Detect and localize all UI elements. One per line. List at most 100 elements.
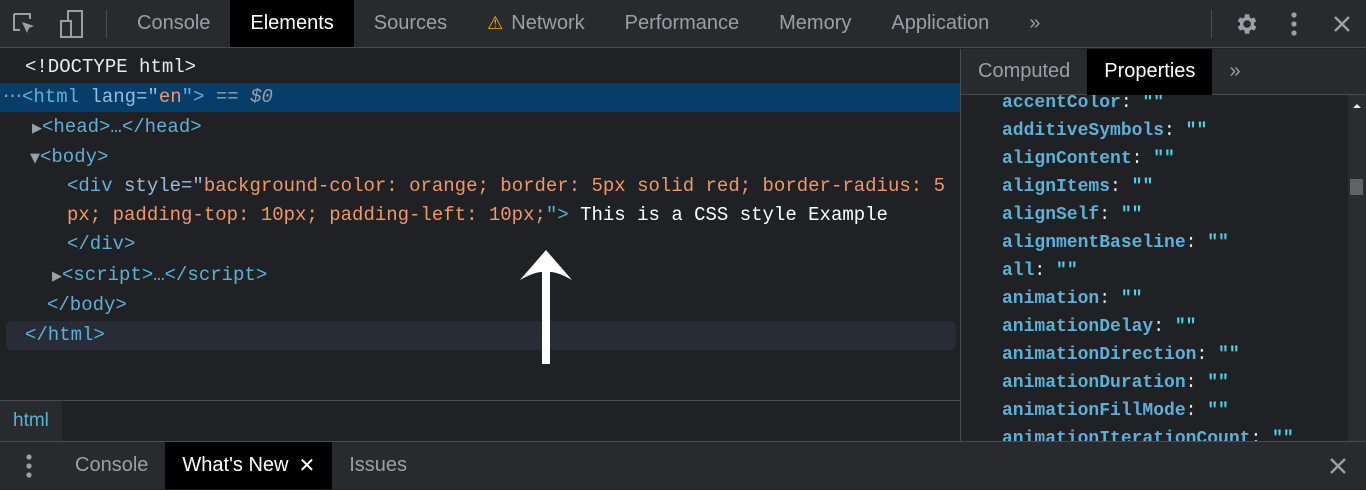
property-row[interactable]: alignSelf: "" (961, 201, 1347, 229)
property-name: alignmentBaseline (1002, 233, 1186, 253)
doctype-text: <!DOCTYPE html> (25, 56, 197, 78)
ellipsis-icon[interactable]: ⋯ (3, 86, 22, 108)
colon: : (1250, 429, 1273, 441)
tag-name: <div (67, 175, 113, 197)
property-row[interactable]: animation: "" (961, 285, 1347, 313)
dom-node-doctype[interactable]: <!DOCTYPE html> (0, 53, 960, 82)
text-node: This is a CSS style Example (568, 204, 888, 226)
device-toolbar-button[interactable] (48, 0, 96, 48)
property-row[interactable]: animationFillMode: "" (961, 397, 1347, 425)
colon: : (1120, 95, 1143, 113)
close-devtools-button[interactable] (1318, 0, 1366, 48)
property-value: "" (1207, 233, 1229, 253)
gear-icon (1237, 14, 1257, 34)
dom-node-body-end[interactable]: </body> (0, 291, 960, 320)
dom-node-body[interactable]: ▼<body> (0, 143, 960, 172)
chevron-double-right-icon: » (1029, 12, 1041, 34)
scrollbar-thumb[interactable] (1350, 179, 1363, 195)
device-toolbar-icon (60, 9, 83, 38)
property-value: "" (1131, 177, 1154, 197)
scrollbar[interactable] (1348, 95, 1366, 441)
close-tab-icon[interactable]: ✕ (298, 453, 315, 478)
tab-memory[interactable]: Memory (759, 0, 871, 47)
property-row[interactable]: alignContent: "" (961, 145, 1347, 173)
property-name: animationDelay (1002, 317, 1154, 337)
inspect-element-button[interactable] (0, 0, 48, 48)
tab-performance[interactable]: Performance (605, 0, 760, 47)
collapse-triangle-icon[interactable]: ▼ (30, 151, 40, 166)
dom-node-script[interactable]: ▶<script>…</script> (0, 261, 960, 290)
property-name: additiveSymbols (1002, 121, 1165, 141)
drawer-tab-issues[interactable]: Issues (332, 442, 424, 489)
breadcrumb-item-html[interactable]: html (0, 401, 62, 441)
colon: : (1110, 177, 1132, 197)
drawer-tab-console[interactable]: Console (58, 442, 165, 489)
colon: : (1034, 261, 1057, 281)
kebab-menu-icon (1291, 12, 1297, 36)
tab-label: Sources (373, 12, 448, 34)
tab-console[interactable]: Console (117, 0, 230, 47)
settings-button[interactable] (1222, 0, 1270, 48)
dom-node-div[interactable]: <div style="background-color: orange; bo… (0, 172, 960, 201)
inspect-icon (13, 12, 34, 33)
dom-tree: <!DOCTYPE html> ⋯<html lang="en"> == $0 … (0, 49, 960, 400)
tab-properties[interactable]: Properties (1087, 48, 1213, 95)
tab-label: Properties (1104, 60, 1196, 82)
property-row[interactable]: additiveSymbols: "" (961, 117, 1347, 145)
arrow-up-icon (520, 250, 572, 364)
drawer-menu-button[interactable] (0, 442, 58, 490)
tab-label: Console (137, 12, 211, 34)
tab-elements[interactable]: Elements (230, 0, 354, 47)
close-icon (1330, 458, 1346, 474)
attr-value: px; padding-top: 10px; padding-left: 10p… (67, 204, 546, 226)
tab-application[interactable]: Application (871, 0, 1009, 47)
tag-name: <script>…</script> (62, 264, 268, 286)
tab-network[interactable]: ⚠ Network (467, 0, 605, 47)
warning-icon: ⚠ (487, 13, 504, 33)
property-value: "" (1174, 317, 1197, 337)
property-row[interactable]: animationDelay: "" (961, 313, 1347, 341)
property-value: "" (1120, 205, 1143, 225)
property-row[interactable]: alignmentBaseline: "" (961, 229, 1347, 257)
tab-label: Network (511, 12, 585, 34)
drawer-tab-whats-new[interactable]: What's New ✕ (165, 442, 333, 489)
property-name: alignItems (1002, 177, 1111, 197)
property-value: "" (1153, 149, 1175, 169)
side-panel: Computed Properties » accentColor: "" add… (960, 48, 1366, 441)
property-row[interactable]: animationDirection: "" (961, 341, 1347, 369)
dom-node-html[interactable]: ⋯<html lang="en"> == $0 (0, 83, 960, 112)
colon: : (1131, 149, 1154, 169)
tab-label: Elements (250, 12, 334, 34)
dom-node-div-end[interactable]: </div> (0, 230, 960, 259)
property-row[interactable]: animationIterationCount: "" (961, 425, 1347, 441)
properties-list: accentColor: "" additiveSymbols: "" alignC… (961, 95, 1347, 441)
property-row[interactable]: accentColor: "" (961, 95, 1347, 117)
more-options-button[interactable] (1270, 0, 1318, 48)
tab-computed[interactable]: Computed (961, 49, 1087, 95)
expand-triangle-icon[interactable]: ▶ (52, 269, 62, 284)
tab-label: Application (891, 12, 990, 34)
property-name: animation (1002, 289, 1100, 309)
scroll-up-icon[interactable] (1348, 99, 1366, 113)
dom-node-html-end[interactable]: </html> (6, 321, 956, 350)
attr-eq: =" (181, 175, 204, 197)
chevron-double-right-icon: » (1229, 60, 1241, 82)
property-name: alignContent (1002, 149, 1132, 169)
property-row[interactable]: animationDuration: "" (961, 369, 1347, 397)
close-drawer-button[interactable] (1314, 442, 1362, 490)
property-value: "" (1120, 289, 1143, 309)
colon: : (1153, 317, 1175, 337)
tab-sources[interactable]: Sources (354, 0, 467, 47)
property-value: "" (1056, 261, 1078, 281)
selected-marker: == $0 (204, 86, 273, 108)
property-row[interactable]: all: "" (961, 257, 1347, 285)
property-row[interactable]: alignItems: "" (961, 173, 1347, 201)
expand-triangle-icon[interactable]: ▶ (32, 121, 42, 136)
more-side-tabs-button[interactable]: » (1212, 49, 1257, 95)
tab-label: What's New (182, 454, 289, 476)
tag-name: <head>…</head> (42, 116, 202, 138)
tag-name: <html (22, 86, 80, 108)
dom-node-head[interactable]: ▶<head>…</head> (0, 113, 960, 142)
more-tabs-button[interactable]: » (1009, 0, 1060, 47)
dom-node-div-cont[interactable]: px; padding-top: 10px; padding-left: 10p… (0, 201, 960, 230)
